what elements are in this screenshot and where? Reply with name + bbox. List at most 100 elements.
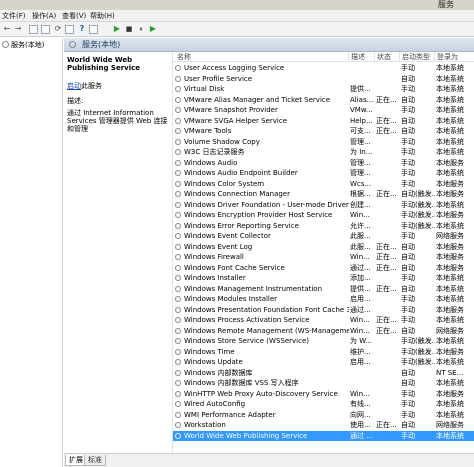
table-row[interactable]: Windows Presentation Foundation Font Cac… bbox=[173, 305, 474, 316]
service-name: Windows Encryption Provider Host Service bbox=[184, 211, 333, 219]
table-row[interactable]: VMware Alias Manager and Ticket Service A… bbox=[173, 95, 474, 106]
table-row[interactable]: WMI Performance Adapter 向网... 手动 本地系统 bbox=[173, 410, 474, 421]
column-header-name[interactable]: 名称 bbox=[177, 52, 349, 62]
table-row[interactable]: Windows 内部数据库 自动 NT SE... bbox=[173, 368, 474, 379]
pause-service-icon[interactable]: ⏸ bbox=[136, 24, 146, 34]
table-row[interactable]: Windows Firewall Win... 正在... 自动 本地服务 bbox=[173, 252, 474, 263]
service-logon-as: 本地系统 bbox=[436, 379, 464, 387]
table-row[interactable]: Windows Modules Installer 启用... 手动 本地系统 bbox=[173, 294, 474, 305]
table-row[interactable]: Windows Error Reporting Service 允许... 手动(触… bbox=[173, 221, 474, 232]
gear-icon bbox=[175, 191, 181, 197]
menu-action[interactable]: 操作(A) bbox=[32, 10, 56, 22]
service-status: 正在... bbox=[376, 242, 397, 251]
table-row[interactable]: Windows 内部数据库 VSS 写入程序 自动 本地系统 bbox=[173, 378, 474, 389]
table-row[interactable]: Windows Time 维护... 手动(触发... 本地服务 bbox=[173, 347, 474, 358]
table-row[interactable]: Windows Installer 添加... 手动 本地系统 bbox=[173, 273, 474, 284]
service-startup-type: 自动 bbox=[401, 74, 415, 83]
view-tabs: 扩展 标准 bbox=[64, 453, 474, 467]
table-row[interactable]: Windows Color System Wcs... 手动 本地服务 bbox=[173, 179, 474, 190]
table-row[interactable]: Windows Remote Management (WS-Management… bbox=[173, 326, 474, 337]
table-row[interactable]: Wired AutoConfig 有线... 手动 本地系统 bbox=[173, 399, 474, 410]
table-row[interactable]: Windows Event Log 此服... 正在... 自动 本地服务 bbox=[173, 242, 474, 253]
column-header-status[interactable]: 状态 bbox=[374, 52, 400, 62]
properties-icon[interactable] bbox=[89, 25, 98, 34]
service-startup-type: 手动 bbox=[401, 64, 415, 72]
table-row[interactable]: Windows Connection Manager 根据... 正在... 自动(触… bbox=[173, 189, 474, 200]
menu-view[interactable]: 查看(V) bbox=[62, 10, 86, 22]
service-logon-as: 本地服务 bbox=[436, 158, 464, 167]
service-logon-as: 本地服务 bbox=[436, 389, 464, 398]
table-row[interactable]: Windows Event Collector 此服... 手动 网络服务 bbox=[173, 231, 474, 242]
service-status: 正在... bbox=[376, 190, 397, 198]
service-gear-icon bbox=[175, 368, 183, 379]
service-name: Windows Audio Endpoint Builder bbox=[184, 169, 298, 177]
service-startup-type: 自动 bbox=[401, 253, 415, 261]
tree-item-services-local[interactable]: 服务(本地) bbox=[2, 40, 44, 50]
service-name: Wired AutoConfig bbox=[184, 400, 246, 408]
service-description: Win... bbox=[350, 326, 370, 335]
service-description: 根据... bbox=[350, 190, 371, 198]
table-row[interactable]: User Profile Service 自动 本地系统 bbox=[173, 74, 474, 85]
table-row[interactable]: VMware Snapshot Provider VMw... 手动 本地系统 bbox=[173, 105, 474, 116]
gear-icon bbox=[175, 369, 181, 376]
service-startup-type: 手动 bbox=[401, 158, 415, 167]
start-service-icon[interactable]: ▶ bbox=[112, 24, 122, 34]
service-name: Windows Presentation Foundation Font Cac… bbox=[184, 305, 349, 314]
service-gear-icon bbox=[175, 95, 183, 106]
service-gear-icon bbox=[175, 126, 183, 137]
service-logon-as: 本地系统 bbox=[436, 274, 464, 282]
details-view-icon[interactable] bbox=[41, 25, 50, 34]
table-row[interactable]: Windows Management Instrumentation 提供... 正… bbox=[173, 284, 474, 295]
refresh-icon[interactable]: ⟳ bbox=[53, 24, 63, 34]
table-row[interactable]: Windows Audio Endpoint Builder 管理... 手动 本地系… bbox=[173, 168, 474, 179]
menu-file[interactable]: 文件(F) bbox=[2, 10, 26, 22]
gear-icon bbox=[175, 264, 181, 271]
gear-icon bbox=[175, 149, 181, 155]
service-name: Windows Font Cache Service bbox=[184, 263, 285, 272]
service-name: VMware Tools bbox=[184, 127, 232, 135]
table-row[interactable]: Workstation 使用... 正在... 自动 网络服务 bbox=[173, 420, 474, 431]
table-row[interactable]: User Access Logging Service 手动 本地系统 bbox=[173, 63, 474, 74]
table-row[interactable]: Windows Process Activation Service Win...… bbox=[173, 315, 474, 326]
service-name: VMware SVGA Helper Service bbox=[184, 116, 288, 125]
service-startup-type: 自动 bbox=[401, 368, 415, 377]
help-icon[interactable]: ? bbox=[77, 24, 87, 34]
restart-service-icon[interactable]: ▶ bbox=[148, 24, 158, 34]
service-status: 正在... bbox=[376, 116, 397, 125]
export-list-icon[interactable] bbox=[65, 25, 74, 34]
table-row[interactable]: W3C 日志记录服务 为 In... 手动 本地系统 bbox=[173, 147, 474, 158]
forward-arrow-icon[interactable]: → bbox=[13, 24, 23, 34]
table-row[interactable]: WinHTTP Web Proxy Auto-Discovery Service… bbox=[173, 389, 474, 400]
table-row[interactable]: VMware SVGA Helper Service Help... 正在... 自动… bbox=[173, 116, 474, 127]
service-gear-icon bbox=[175, 431, 183, 442]
service-description: 有线... bbox=[350, 400, 371, 408]
service-startup-type: 手动(触发... bbox=[401, 337, 435, 345]
service-logon-as: 本地服务 bbox=[436, 347, 464, 356]
table-row[interactable]: World Wide Web Publishing Service 通过 ... 手… bbox=[173, 430, 474, 442]
service-description: 创建... bbox=[350, 200, 371, 209]
table-row[interactable]: Volume Shadow Copy 管理... 手动 本地系统 bbox=[173, 137, 474, 148]
table-row[interactable]: VMware Tools 可支... 正在... 自动 本地系统 bbox=[173, 126, 474, 137]
start-service-link[interactable]: 启动 bbox=[67, 82, 81, 90]
service-logon-as: 本地系统 bbox=[436, 200, 464, 209]
back-arrow-icon[interactable]: ← bbox=[2, 24, 12, 34]
menu-help[interactable]: 帮助(H) bbox=[90, 10, 115, 22]
column-header-logon-as[interactable]: 登录为 bbox=[434, 52, 474, 62]
service-startup-type: 手动 bbox=[401, 389, 415, 398]
column-header-startup-type[interactable]: 启动类型 bbox=[399, 52, 435, 62]
column-header-description[interactable]: 描述 bbox=[348, 52, 374, 62]
table-row[interactable]: Windows Update 启用... 手动(触发... 本地系统 bbox=[173, 357, 474, 368]
table-row[interactable]: Windows Driver Foundation - User-mode Dr… bbox=[173, 200, 474, 211]
table-row[interactable]: Windows Font Cache Service 通过... 正在... 自动 本地… bbox=[173, 263, 474, 274]
table-row[interactable]: Windows Encryption Provider Host Service… bbox=[173, 210, 474, 221]
tab-standard[interactable]: 标准 bbox=[84, 455, 106, 466]
service-gear-icon bbox=[175, 378, 183, 389]
service-startup-type: 手动 bbox=[401, 295, 415, 303]
table-row[interactable]: Windows Store Service (WSService) 为 W... 手… bbox=[173, 336, 474, 347]
table-row[interactable]: Virtual Disk 提供... 手动 本地系统 bbox=[173, 84, 474, 95]
table-row[interactable]: Windows Audio 管理... 手动 本地服务 bbox=[173, 158, 474, 169]
stop-service-icon[interactable]: ■ bbox=[124, 24, 134, 34]
service-description: 通过... bbox=[350, 263, 371, 272]
show-tree-icon[interactable] bbox=[29, 25, 38, 34]
service-description: 此服... bbox=[350, 242, 371, 251]
